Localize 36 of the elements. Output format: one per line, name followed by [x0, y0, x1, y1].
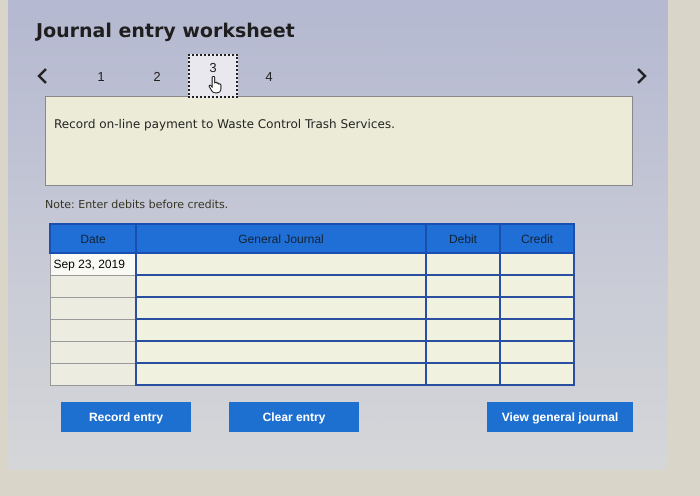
debit-input[interactable] [426, 253, 500, 275]
debit-input[interactable] [426, 275, 500, 297]
credit-input[interactable] [500, 253, 574, 275]
debit-input[interactable] [426, 341, 500, 363]
credit-input[interactable] [500, 275, 574, 297]
step-tab[interactable]: 4 [244, 54, 294, 98]
credit-input[interactable] [500, 319, 574, 341]
account-input[interactable] [136, 341, 426, 363]
hand-cursor-icon [208, 75, 223, 94]
account-input[interactable] [136, 297, 426, 319]
debit-input[interactable] [426, 297, 500, 319]
debit-input[interactable] [426, 363, 500, 385]
step-tab[interactable]: 3 [188, 54, 238, 98]
credit-input[interactable] [500, 341, 574, 363]
credit-input[interactable] [500, 297, 574, 319]
step-tab[interactable]: 1 [76, 54, 126, 98]
action-button[interactable]: Clear entry [229, 402, 359, 432]
note-text: Note: Enter debits before credits. [45, 198, 230, 211]
column-header: Credit [500, 224, 574, 253]
column-header: Debit [426, 224, 500, 253]
column-header: Date [50, 224, 136, 253]
credit-input[interactable] [500, 363, 574, 385]
step-tab[interactable]: 2 [132, 54, 182, 98]
action-button[interactable]: Record entry [61, 402, 191, 432]
debit-input[interactable] [426, 319, 500, 341]
account-input[interactable] [136, 275, 426, 297]
worksheet-title: Journal entry worksheet [36, 20, 296, 42]
account-input[interactable] [136, 363, 426, 385]
action-button[interactable]: View general journal [487, 402, 633, 432]
next-icon[interactable] [636, 67, 648, 85]
date-cell: Sep 23, 2019 [50, 253, 136, 275]
instruction-text: Record on-line payment to Waste Control Trash Services. [54, 117, 395, 131]
account-input[interactable] [136, 319, 426, 341]
column-header: General Journal [136, 224, 426, 253]
account-input[interactable] [136, 253, 426, 275]
previous-icon[interactable] [36, 67, 48, 85]
